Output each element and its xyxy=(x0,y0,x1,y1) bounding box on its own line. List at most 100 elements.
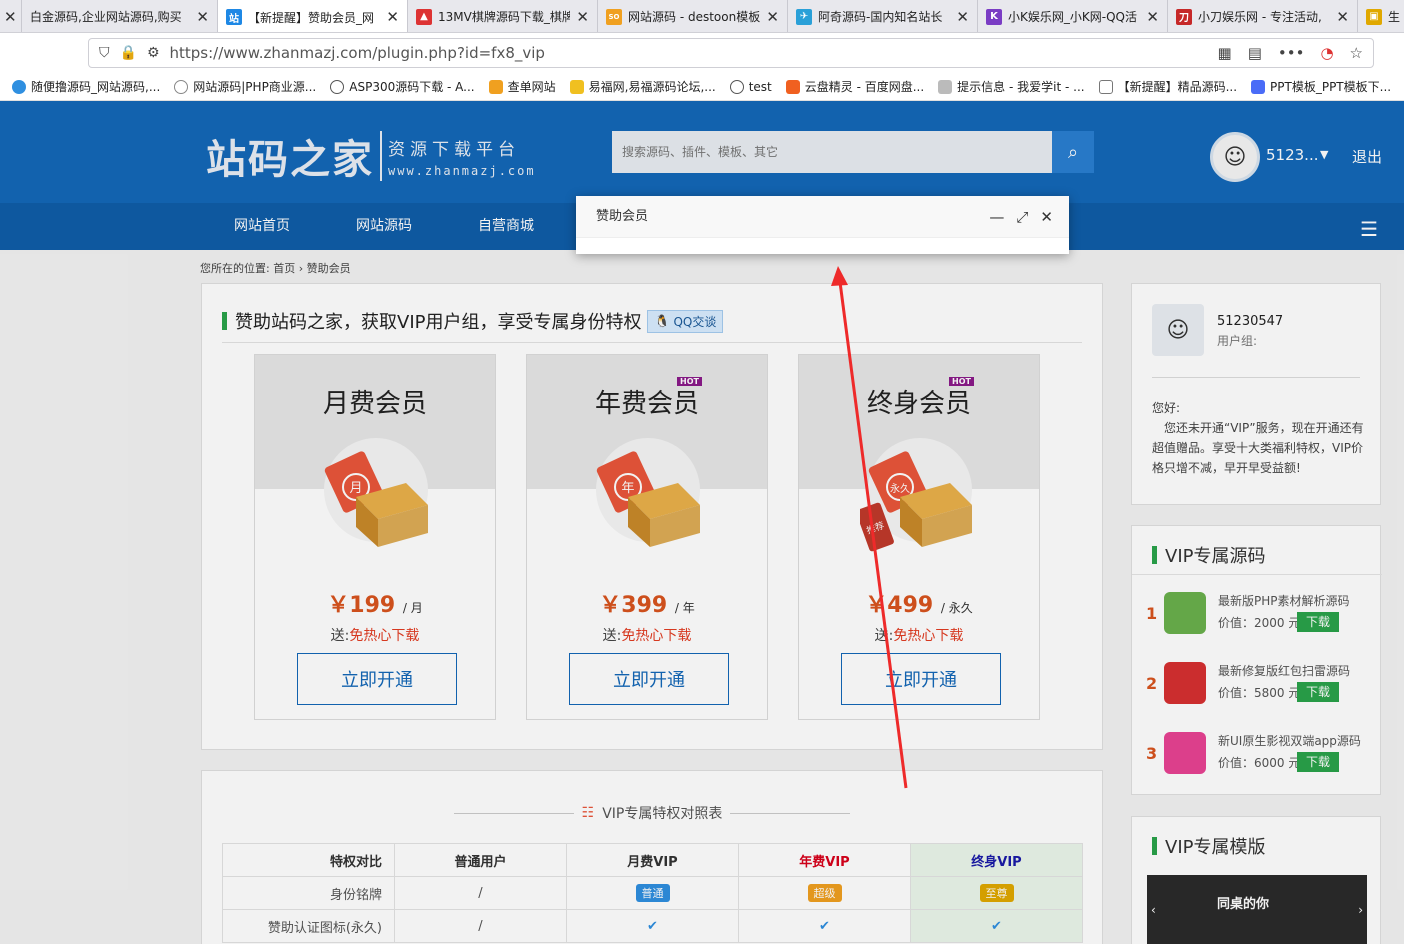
bookmark-star-icon[interactable]: ☆ xyxy=(1350,44,1363,62)
chevron-left-icon[interactable]: ‹ xyxy=(1151,903,1156,917)
nav-item-shop[interactable]: 自营商城 xyxy=(478,203,534,250)
activate-monthly-button[interactable]: 立即开通 xyxy=(297,653,457,705)
activate-lifetime-button[interactable]: 立即开通 xyxy=(841,653,1001,705)
grid-icon xyxy=(1098,79,1113,94)
user-group: 用户组: xyxy=(1217,334,1258,348)
list-item[interactable]: 3 新UI原生影视双端app源码 价值：6000 元 下载 xyxy=(1146,728,1366,778)
activate-yearly-button[interactable]: 立即开通 xyxy=(569,653,729,705)
search-input[interactable]: 搜索源码、插件、模板、其它 xyxy=(612,131,1052,173)
user-id: 51230547 xyxy=(1217,314,1284,329)
badge-super: 超级 xyxy=(807,884,842,902)
close-icon[interactable]: ✕ xyxy=(766,8,779,26)
bookmark-item[interactable]: 随便撸源码_网站源码,... xyxy=(12,78,160,95)
bookmark-item[interactable]: 易福网,易福源码论坛,... xyxy=(569,78,716,95)
username[interactable]: 5123... xyxy=(1266,146,1318,164)
plan-card-monthly: 月费会员 月 ￥199 / 月 送:免热心下载 立即开通 xyxy=(254,354,496,720)
svg-text:永久: 永久 xyxy=(890,482,910,495)
knife-icon: 刀 xyxy=(1176,8,1192,25)
tab-close-partial[interactable]: ✕ xyxy=(0,0,22,32)
svg-text:月: 月 xyxy=(349,481,362,496)
bookmark-item[interactable]: 查单网站 xyxy=(488,78,556,95)
bookmark-item[interactable]: 【新提醒】精品源码... xyxy=(1098,78,1237,95)
nav-item-source[interactable]: 网站源码 xyxy=(356,203,412,250)
bookmark-item[interactable]: 云盘精灵 - 百度网盘... xyxy=(785,78,924,95)
close-icon[interactable]: ✕ xyxy=(956,8,969,26)
minimize-icon[interactable]: — xyxy=(989,208,1004,226)
close-icon[interactable]: ✕ xyxy=(1146,8,1159,26)
qq-chat-button[interactable]: 🐧 QQ交谈 xyxy=(647,309,724,333)
tab-xiaodao[interactable]: 刀小刀娱乐网 - 专注活动, ✕ xyxy=(1168,0,1358,32)
bookmark-item[interactable]: 提示信息 - 我爱学it - ... xyxy=(938,78,1085,95)
list-item[interactable]: 2 最新修复版红包扫雷源码 价值：5800 元 下载 xyxy=(1146,658,1366,708)
tab-aqi[interactable]: ✈ 阿奇源码-国内知名站长 ✕ xyxy=(788,0,978,32)
plan-card-yearly: 年费会员 HOT 年 ￥399 / 年 送:免热心下载 立即开通 xyxy=(526,354,768,720)
download-button[interactable]: 下载 xyxy=(1297,682,1339,702)
template-thumbnail[interactable]: 同桌的你 ‹ › xyxy=(1147,875,1367,944)
close-icon[interactable]: ✕ xyxy=(196,8,209,26)
logout-link[interactable]: 退出 xyxy=(1352,146,1382,167)
tab-baijin[interactable]: 白金源码,企业网站源码,购买 ✕ xyxy=(22,0,218,32)
table-icon: ☷ xyxy=(581,805,595,821)
avatar[interactable]: ☺ xyxy=(1210,132,1260,182)
tab-destoon[interactable]: SO 网站源码 - destoon模板 ✕ xyxy=(598,0,788,32)
video-play-icon xyxy=(1164,732,1206,774)
soku-icon: SO xyxy=(606,8,622,25)
bird-icon: ✈ xyxy=(796,8,812,25)
hot-badge: HOT xyxy=(677,377,702,386)
screenshot-icon[interactable]: ◔ xyxy=(1320,44,1333,62)
chevron-down-icon[interactable]: ▼ xyxy=(1320,148,1328,161)
globe-icon xyxy=(330,79,345,94)
close-icon[interactable]: ✕ xyxy=(576,8,589,26)
table-row: 特权对比 普通用户 月费VIP 年费VIP 终身VIP xyxy=(222,843,1083,877)
breadcrumb-current[interactable]: 赞助会员 xyxy=(307,262,351,275)
cloud-sprite-icon xyxy=(785,79,800,94)
close-icon[interactable]: ✕ xyxy=(1336,8,1349,26)
chevron-right-icon[interactable]: › xyxy=(1358,903,1363,917)
tab-zhanmazj[interactable]: 站【新提醒】赞助会员_网 ✕ xyxy=(218,0,408,32)
compare-title: VIP专属特权对照表 xyxy=(602,806,723,822)
globe-icon xyxy=(729,79,744,94)
menu-icon[interactable]: ☰ xyxy=(1360,217,1378,241)
tab-xiaok[interactable]: K 小K娱乐网_小K网-QQ活 ✕ xyxy=(978,0,1168,32)
lock-warning-icon[interactable]: 🔒 xyxy=(120,45,137,61)
search-button[interactable]: ⌕ xyxy=(1052,131,1094,173)
download-button[interactable]: 下载 xyxy=(1297,752,1339,772)
nav-item-home[interactable]: 网站首页 xyxy=(234,203,290,250)
tab-partial[interactable]: ▣ 生 xyxy=(1358,0,1404,32)
permissions-icon[interactable]: ⚙ xyxy=(147,45,160,61)
avatar[interactable]: ☺ xyxy=(1152,304,1204,356)
sponsor-dialog: 赞助会员 — ⤢ ✕ xyxy=(576,196,1069,254)
site-header: 站码之家 资源下载平台 www.zhanmazj.com 搜索源码、插件、模板、… xyxy=(0,101,1404,203)
qr-code-icon[interactable]: ▦ xyxy=(1218,44,1232,62)
shield-icon[interactable]: ⛉ xyxy=(99,45,110,61)
maximize-icon[interactable]: ⤢ xyxy=(1016,208,1028,226)
trophy-icon xyxy=(569,79,584,94)
verified-icon: ✔ xyxy=(738,909,911,943)
breadcrumb: 您所在的位置: 首页 › 赞助会员 xyxy=(200,262,351,275)
page-icon xyxy=(174,79,189,94)
close-icon[interactable]: ✕ xyxy=(386,8,399,26)
address-input[interactable]: ⛉ 🔒 ⚙ https://www.zhanmazj.com/plugin.ph… xyxy=(88,38,1374,68)
vip-template-list: VIP专属模版 同桌的你 ‹ › xyxy=(1131,816,1381,944)
reader-view-icon[interactable]: ▤ xyxy=(1248,44,1262,62)
url-text: https://www.zhanmazj.com/plugin.php?id=f… xyxy=(169,44,545,62)
tab-13mv[interactable]: ▲ 13MV棋牌源码下载_棋牌 ✕ xyxy=(408,0,598,32)
bookmarks-bar: 随便撸源码_网站源码,... 网站源码|PHP商业源... ASP300源码下载… xyxy=(0,73,1404,101)
user-card: ☺ 51230547 用户组: 您好: 您还未开通“VIP”服务，现在开通还有超值… xyxy=(1131,283,1381,505)
site-logo[interactable]: 站码之家 资源下载平台 www.zhanmazj.com xyxy=(206,127,536,185)
folder-icon: ▣ xyxy=(1366,8,1382,25)
vip-box-icon: 月 xyxy=(324,438,428,547)
bookmark-item[interactable]: ASP300源码下载 - A... xyxy=(330,78,475,95)
bookmark-item[interactable]: 网站源码|PHP商业源... xyxy=(174,78,316,95)
bookmark-item[interactable]: PPT模板_PPT模板下... xyxy=(1251,78,1391,95)
search-site-icon xyxy=(488,79,503,94)
bookmark-item[interactable]: test xyxy=(729,79,772,94)
plan-card-lifetime: 终身会员 HOT 永久 推荐 ￥499 / 永久 送:免热心下载 立即开通 xyxy=(798,354,1040,720)
breadcrumb-home[interactable]: 首页 xyxy=(273,262,295,275)
list-item[interactable]: 1 最新版PHP素材解析源码 价值：2000 元 下载 xyxy=(1146,588,1366,638)
download-button[interactable]: 下载 xyxy=(1297,612,1339,632)
close-icon[interactable]: ✕ xyxy=(1040,208,1053,226)
vip-source-list: VIP专属源码 1 最新版PHP素材解析源码 价值：2000 元 下载 2 最新… xyxy=(1131,525,1382,795)
more-icon[interactable]: ••• xyxy=(1278,44,1305,62)
badge-normal: 普通 xyxy=(635,884,670,902)
